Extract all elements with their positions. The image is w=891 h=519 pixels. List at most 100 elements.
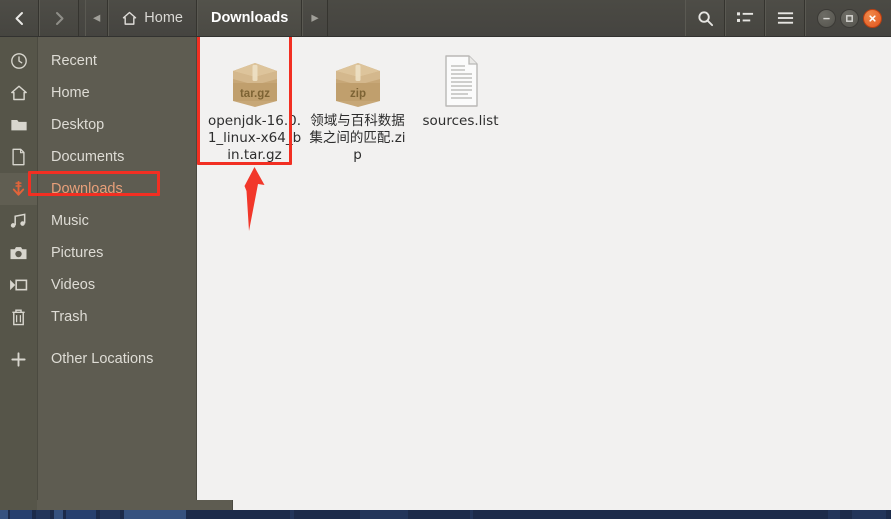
breadcrumb-item-home-label: Home bbox=[144, 10, 183, 26]
archive-badge-text: zip bbox=[350, 88, 366, 100]
rail-gap bbox=[0, 333, 37, 343]
download-icon bbox=[12, 180, 25, 196]
rail-icon-documents[interactable] bbox=[0, 141, 37, 173]
clock-icon bbox=[10, 53, 27, 69]
rail-icon-desktop[interactable] bbox=[0, 109, 37, 141]
rail-icon-music[interactable] bbox=[0, 205, 37, 237]
sidebar-item-label: Trash bbox=[51, 309, 88, 325]
back-button[interactable] bbox=[0, 0, 39, 36]
file-manager-window: ◂ Home Downloads ▸ Recent Home Desktop D… bbox=[0, 0, 891, 519]
sidebar-item-music[interactable]: Music bbox=[38, 205, 196, 237]
file-grid: tar.gz openjdk-16.0.1_linux-x64_bin.tar.… bbox=[203, 45, 891, 168]
sidebar-item-label: Recent bbox=[51, 53, 97, 69]
minimize-button[interactable] bbox=[817, 8, 836, 28]
taskbar-chunk bbox=[290, 510, 294, 519]
breadcrumb-scroll-right[interactable]: ▸ bbox=[302, 0, 328, 36]
sidebar-item-desktop[interactable]: Desktop bbox=[38, 109, 196, 141]
file-item-label: 领域与百科数据集之间的匹配.zip bbox=[309, 113, 406, 163]
sidebar-item-trash[interactable]: Trash bbox=[38, 301, 196, 333]
sidebar-item-label: Desktop bbox=[51, 117, 105, 133]
breadcrumb-scroll-left[interactable]: ◂ bbox=[85, 0, 109, 36]
maximize-button[interactable] bbox=[840, 8, 859, 28]
navigation-buttons bbox=[0, 0, 79, 36]
list-view-icon bbox=[736, 12, 753, 22]
header-spacer bbox=[328, 0, 685, 36]
sidebar-item-recent[interactable]: Recent bbox=[38, 45, 196, 77]
breadcrumb-item-downloads[interactable]: Downloads bbox=[196, 0, 303, 36]
file-icon-wrapper bbox=[437, 51, 485, 109]
archive-icon: tar.gz bbox=[232, 63, 277, 107]
archive-icon: zip bbox=[335, 63, 380, 107]
folder-icon bbox=[10, 120, 27, 131]
sidebar-icon-rail bbox=[0, 37, 38, 500]
status-bar-sidebar bbox=[37, 500, 233, 510]
hamburger-menu-icon bbox=[777, 12, 793, 24]
camera-icon bbox=[10, 247, 27, 260]
taskbar-chunk bbox=[124, 510, 186, 519]
taskbar-chunk bbox=[36, 510, 50, 519]
desktop-taskbar[interactable] bbox=[0, 510, 891, 519]
rail-icon-downloads[interactable] bbox=[0, 173, 37, 205]
chevron-right-icon bbox=[55, 11, 63, 25]
breadcrumb-item-home[interactable]: Home bbox=[108, 0, 197, 36]
header-bar: ◂ Home Downloads ▸ bbox=[0, 0, 891, 37]
sidebar-item-label: Videos bbox=[51, 277, 96, 293]
sidebar-item-documents[interactable]: Documents bbox=[38, 141, 196, 173]
file-item-sources-list[interactable]: sources.list bbox=[409, 45, 512, 168]
rail-icon-pictures[interactable] bbox=[0, 237, 37, 269]
file-list-view[interactable]: tar.gz openjdk-16.0.1_linux-x64_bin.tar.… bbox=[197, 37, 891, 500]
view-toggle-button[interactable] bbox=[725, 0, 765, 36]
file-icon-wrapper: tar.gz bbox=[227, 51, 283, 109]
main-body: Recent Home Desktop Documents Downloads … bbox=[0, 37, 891, 500]
window-controls bbox=[805, 0, 891, 36]
menu-button[interactable] bbox=[765, 0, 805, 36]
taskbar-chunk bbox=[10, 510, 32, 519]
sidebar-item-pictures[interactable]: Pictures bbox=[38, 237, 196, 269]
taskbar-chunk bbox=[100, 510, 120, 519]
breadcrumb-item-downloads-label: Downloads bbox=[210, 10, 289, 26]
chevron-left-icon bbox=[15, 11, 23, 25]
close-button[interactable] bbox=[863, 8, 882, 28]
rail-icon-videos[interactable] bbox=[0, 269, 37, 301]
sidebar-item-label: Pictures bbox=[51, 245, 104, 261]
forward-button[interactable] bbox=[39, 0, 79, 36]
file-item-label: sources.list bbox=[422, 113, 499, 129]
taskbar-chunk bbox=[360, 510, 408, 519]
close-icon bbox=[869, 14, 876, 22]
sidebar-item-label: Downloads bbox=[51, 181, 123, 197]
taskbar-chunk bbox=[0, 510, 8, 519]
search-icon bbox=[697, 10, 713, 26]
sidebar-item-home[interactable]: Home bbox=[38, 77, 196, 109]
sidebar-item-downloads[interactable]: Downloads bbox=[38, 173, 196, 205]
taskbar-chunk bbox=[828, 510, 840, 519]
status-bar-rail bbox=[0, 500, 37, 510]
music-icon bbox=[10, 213, 26, 228]
document-icon bbox=[12, 148, 25, 166]
annotation-arrow-up bbox=[244, 167, 265, 231]
sidebar-item-label: Other Locations bbox=[51, 351, 154, 367]
home-icon bbox=[10, 85, 27, 101]
home-icon bbox=[123, 11, 137, 25]
rail-icon-home[interactable] bbox=[0, 77, 37, 109]
rail-icon-other-locations[interactable] bbox=[0, 343, 37, 375]
archive-badge-text: tar.gz bbox=[239, 88, 269, 100]
sidebar-item-videos[interactable]: Videos bbox=[38, 269, 196, 301]
sidebar-item-other-locations[interactable]: Other Locations bbox=[38, 343, 196, 375]
breadcrumb: ◂ Home Downloads ▸ bbox=[85, 0, 328, 36]
file-item-zip-archive[interactable]: zip 领域与百科数据集之间的匹配.zip bbox=[306, 45, 409, 168]
taskbar-chunk bbox=[66, 510, 96, 519]
plus-icon bbox=[11, 351, 26, 367]
file-item-openjdk-archive[interactable]: tar.gz openjdk-16.0.1_linux-x64_bin.tar.… bbox=[203, 45, 306, 168]
minimize-icon bbox=[823, 17, 830, 19]
video-icon bbox=[10, 279, 28, 291]
status-bar bbox=[0, 500, 891, 510]
toolbar bbox=[685, 0, 891, 36]
file-icon-wrapper: zip bbox=[330, 51, 386, 109]
rail-icon-recent[interactable] bbox=[0, 45, 37, 77]
rail-icon-trash[interactable] bbox=[0, 301, 37, 333]
sidebar-item-label: Music bbox=[51, 213, 89, 229]
maximize-icon bbox=[846, 14, 853, 22]
search-button[interactable] bbox=[685, 0, 725, 36]
file-item-label: openjdk-16.0.1_linux-x64_bin.tar.gz bbox=[207, 113, 302, 163]
